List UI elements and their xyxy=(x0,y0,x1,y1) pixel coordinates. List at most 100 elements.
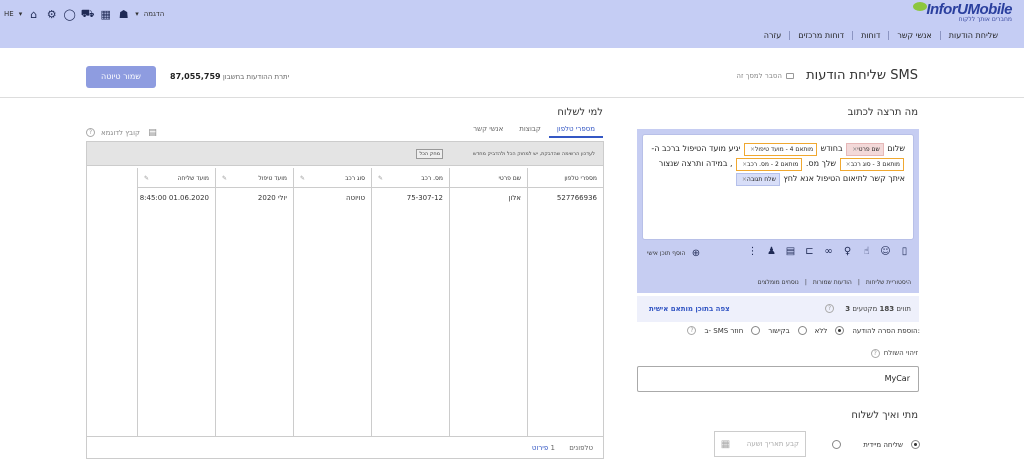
tab-phone-numbers[interactable]: מספרי טלפון xyxy=(548,125,603,138)
form-icon[interactable]: ▯ xyxy=(898,245,911,258)
grid-toolbar: לעדכון הרשימה שהדבקת, יש למחוק הכל ולהדב… xyxy=(87,142,603,166)
example-file-link[interactable]: קובץ לדוגמא xyxy=(101,129,140,137)
details-link[interactable]: פירוט xyxy=(532,444,548,452)
edit-pencil-icon[interactable]: ✎ xyxy=(378,175,383,182)
shortcut-icon[interactable]: ⊏ xyxy=(803,245,816,258)
emoji-icon[interactable]: ☺ xyxy=(879,245,892,258)
help-icon[interactable]: ? xyxy=(86,128,95,137)
link-recommended-texts[interactable]: נוסחים מומלצים xyxy=(758,279,799,286)
nav-contacts[interactable]: אנשי קשר xyxy=(888,31,939,40)
radio-schedule[interactable] xyxy=(832,440,842,449)
text-segment: בחודש xyxy=(820,144,843,153)
schedule-input[interactable]: קבע תאריך ושעה ▦ xyxy=(714,431,806,457)
col-header-label: מועד טיפול xyxy=(258,175,287,182)
tag-label: שלח תגובה xyxy=(746,176,776,183)
plus-circle-icon: ⊕ xyxy=(691,248,701,259)
clear-all-button[interactable]: מחק הכל xyxy=(416,149,443,159)
text-segment: שלך מס. xyxy=(805,159,837,168)
radio-link-label[interactable]: בקישור xyxy=(768,327,789,335)
help-menu[interactable]: הדגמה xyxy=(144,10,165,18)
spreadsheet-icon[interactable]: ▤ xyxy=(146,126,159,139)
radio-sms-back[interactable] xyxy=(751,326,761,335)
help-video-link[interactable]: הסבר למסך זה xyxy=(736,72,794,80)
page-title: שליחת הודעות SMS xyxy=(806,68,918,83)
char-count: תווים 183 מקטעים 3 xyxy=(845,305,911,313)
home-icon[interactable]: ⌂ xyxy=(27,8,40,21)
more-icon[interactable]: ⋮ xyxy=(746,245,759,258)
logo[interactable]: InforUMobile מחברים אותך ללקוח xyxy=(913,1,1012,23)
link-send-history[interactable]: היסטוריית שליחות xyxy=(866,279,911,286)
save-draft-button[interactable]: שמור טיוטה xyxy=(86,66,156,88)
link-saved-messages[interactable]: הודעות שמורות xyxy=(813,279,852,286)
grid-body: מספרי טלפון 527766936 שם פרטי אלון מס. ר… xyxy=(87,168,603,436)
hand-icon[interactable]: ☝ xyxy=(860,245,873,258)
link-icon[interactable]: ∞ xyxy=(822,245,835,258)
language-switch[interactable]: HE xyxy=(4,10,14,18)
tag-send-reply[interactable]: שלח תגובה× xyxy=(735,173,780,186)
tag-label: מותאם 3 - סוג רכב xyxy=(850,161,900,168)
edit-pencil-icon[interactable]: ✎ xyxy=(144,175,149,182)
cart-icon[interactable]: ⛟ xyxy=(81,7,95,21)
people-settings-icon[interactable]: ♟ xyxy=(765,245,778,258)
preview-personalized-link[interactable]: צפה בתוכן מותאם אישית xyxy=(649,305,730,313)
tag-label: מותאם 2 - מס. רכב xyxy=(747,161,799,168)
footer-count: 1 xyxy=(550,444,555,452)
edit-pencil-icon[interactable]: ✎ xyxy=(222,175,227,182)
cell[interactable]: אלון xyxy=(509,194,521,202)
nav-send-messages[interactable]: שליחת הודעות xyxy=(939,31,1006,40)
link-separator: | xyxy=(857,279,860,286)
nav-summary-reports[interactable]: דוחות מרכזים xyxy=(789,31,852,40)
chat-icon[interactable]: ◯ xyxy=(63,8,76,21)
edit-pencil-icon[interactable]: ✎ xyxy=(300,175,305,182)
example-file: ? קובץ לדוגמא ▤ xyxy=(86,126,159,139)
col-header-label: מועד שליחה xyxy=(177,175,210,182)
tag-custom-2[interactable]: מותאם 2 - מס. רכב× xyxy=(736,158,803,171)
gear-icon[interactable]: ⚙ xyxy=(45,8,58,21)
radio-sms-back-label[interactable]: ב- SMS חוזר xyxy=(704,327,743,335)
radio-none[interactable] xyxy=(835,326,845,335)
sender-label: זיהוי השולח xyxy=(883,349,918,357)
balance-value: 87,055,759 xyxy=(170,72,221,81)
col-header: מועד שליחה ✎ xyxy=(138,168,215,188)
cell[interactable]: טויוטה xyxy=(346,194,365,202)
survey-icon[interactable]: ♀ xyxy=(841,245,854,258)
tag-custom-3[interactable]: מותאם 3 - סוג רכב× xyxy=(839,158,904,171)
recipients-grid: לעדכון הרשימה שהדבקת, יש למחוק הכל ולהדב… xyxy=(86,141,604,459)
tag-label: שם פרטי xyxy=(857,146,880,153)
message-editor[interactable]: שלום שם פרטי× בחודש מותאם 4 - מועד טיפול… xyxy=(643,135,913,239)
balance-info: יתרת ההודעות בחשבון 87,055,759 xyxy=(166,72,289,81)
cell[interactable]: 8:45:00 01.06.2020 xyxy=(140,194,209,202)
col-car-number: מס. רכב ✎ 75-307-12 xyxy=(371,168,449,436)
video-icon xyxy=(786,73,794,79)
tag-custom-4[interactable]: מותאם 4 - מועד טיפול× xyxy=(743,143,818,156)
tag-first-name[interactable]: שם פרטי× xyxy=(846,143,884,156)
composer-links: היסטוריית שליחות | הודעות שמורות | נוסחי… xyxy=(758,279,911,286)
language-chevron-icon[interactable]: ▾ xyxy=(19,10,23,18)
divider xyxy=(0,97,1024,98)
help-icon[interactable]: ? xyxy=(687,326,697,335)
col-header: מספרי טלפון xyxy=(528,168,603,188)
add-personal-content[interactable]: הוסף תוכן אישי ⊕ xyxy=(647,247,702,260)
users-icon[interactable]: ☗ xyxy=(117,8,130,21)
nav-help[interactable]: עזרה xyxy=(756,31,790,40)
cell[interactable]: 527766936 xyxy=(557,194,597,202)
radio-send-now-label[interactable]: שליחה מיידית xyxy=(863,441,903,449)
tab-groups[interactable]: קבוצות xyxy=(511,125,549,138)
help-icon[interactable]: ? xyxy=(870,349,880,358)
col-header-label: סוג רכב xyxy=(345,175,365,182)
help-icon[interactable]: ? xyxy=(825,304,834,313)
calendar-icon[interactable]: ▦ xyxy=(719,438,732,451)
document-icon[interactable]: ▤ xyxy=(784,245,797,258)
apps-icon[interactable]: ▦ xyxy=(99,8,112,21)
tab-contacts[interactable]: אנשי קשר xyxy=(465,125,511,138)
cell[interactable]: יולי 2020 xyxy=(258,194,287,202)
cell[interactable]: 75-307-12 xyxy=(407,194,443,202)
col-header-label: מס. רכב xyxy=(421,175,443,182)
nav-reports[interactable]: דוחות xyxy=(852,31,888,40)
sender-id-input[interactable]: MyCar xyxy=(637,366,919,392)
radio-link[interactable] xyxy=(797,326,807,335)
radio-send-now[interactable] xyxy=(911,440,920,449)
message-meta: תווים 183 מקטעים 3 ? צפה בתוכן מותאם איש… xyxy=(637,296,919,322)
help-menu-chevron-icon[interactable]: ▾ xyxy=(135,10,139,18)
radio-none-label[interactable]: ללא xyxy=(815,327,828,335)
